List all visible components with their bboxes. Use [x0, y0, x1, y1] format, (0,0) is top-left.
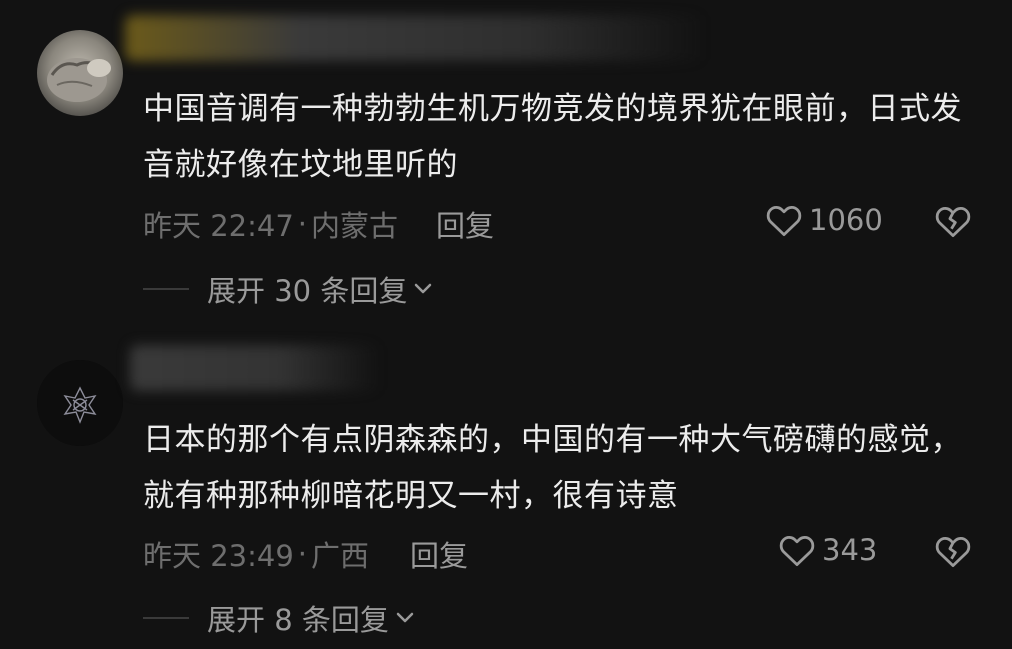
- comment-text: 日本的那个有点阴森森的，中国的有一种大气磅礴的感觉，就有种那种柳暗花明又一村，很…: [143, 422, 962, 514]
- chevron-down-icon: [415, 283, 432, 294]
- cat-avatar-icon: [37, 30, 123, 116]
- comment-meta: 昨天 22:47 · 内蒙古 回复: [143, 203, 494, 245]
- expand-replies-button[interactable]: 展开 30 条回复: [143, 268, 433, 310]
- meta-separator: ·: [297, 207, 308, 241]
- reply-button[interactable]: 回复: [410, 533, 468, 575]
- comment-time: 昨天 22:47: [143, 209, 294, 243]
- meta-separator: ·: [297, 537, 308, 571]
- like-count: 1060: [809, 203, 883, 237]
- comment-meta: 昨天 23:49 · 广西 回复: [143, 533, 468, 575]
- avatar[interactable]: [37, 360, 123, 446]
- divider-line: [143, 617, 189, 619]
- like-button[interactable]: 343: [778, 533, 877, 567]
- username-blurred[interactable]: [125, 15, 705, 61]
- dark-flower-avatar-icon: [37, 360, 123, 446]
- like-button[interactable]: 1060: [765, 203, 883, 237]
- broken-heart-icon: [935, 207, 971, 238]
- expand-replies-label: 展开 8 条回复: [207, 603, 389, 637]
- expand-replies-label: 展开 30 条回复: [207, 274, 408, 308]
- comment-item: 中国音调有一种勃勃生机万物竞发的境界犹在眼前，日式发音就好像在坟地里听的 昨天 …: [0, 0, 1012, 320]
- heart-icon: [779, 536, 815, 567]
- avatar[interactable]: [37, 30, 123, 116]
- expand-replies-button[interactable]: 展开 8 条回复: [143, 597, 415, 639]
- divider-line: [143, 288, 189, 290]
- heart-icon: [766, 206, 802, 237]
- chevron-down-icon: [396, 612, 414, 623]
- comment-text: 中国音调有一种勃勃生机万物竞发的境界犹在眼前，日式发音就好像在坟地里听的: [143, 91, 962, 183]
- like-count: 343: [822, 533, 878, 567]
- reply-button[interactable]: 回复: [436, 203, 494, 245]
- dislike-button[interactable]: [934, 204, 972, 242]
- comment-location: 内蒙古: [311, 209, 399, 243]
- comment-item: 日本的那个有点阴森森的，中国的有一种大气磅礴的感觉，就有种那种柳暗花明又一村，很…: [0, 330, 1012, 649]
- comment-location: 广西: [311, 539, 370, 573]
- comment-time: 昨天 23:49: [143, 539, 294, 573]
- broken-heart-icon: [935, 537, 971, 568]
- username-blurred[interactable]: [130, 345, 380, 391]
- dislike-button[interactable]: [934, 534, 972, 572]
